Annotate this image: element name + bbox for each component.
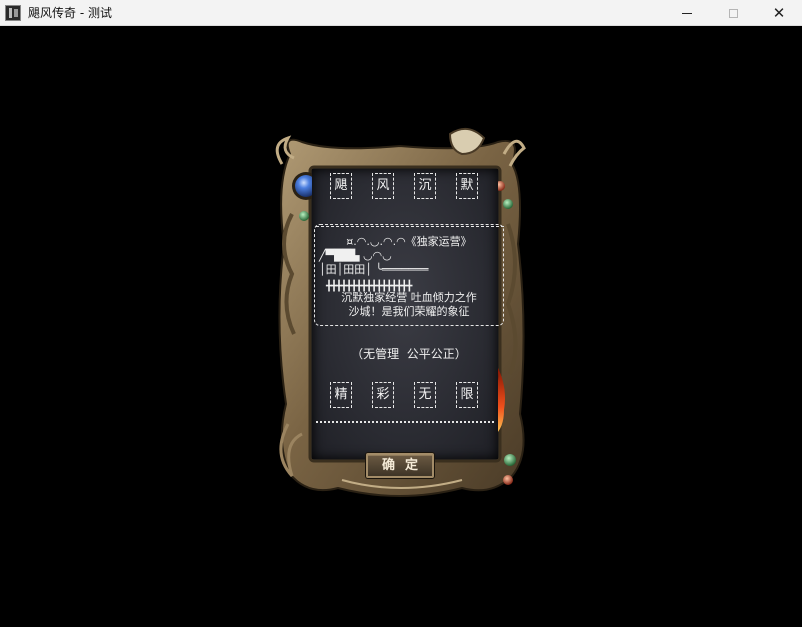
bottom-tile-3: 无 [414,382,436,408]
app-icon [5,5,21,21]
minimize-button[interactable] [664,0,710,26]
dialog-subtitle: （无管理 公平公正） [351,347,467,361]
title-tile-4: 默 [456,173,478,199]
window-title: 飓风传奇 - 测试 [28,6,112,20]
maximize-icon [728,8,738,18]
close-icon: ✕ [772,4,786,22]
dotted-divider [316,421,494,423]
title-tile-2: 风 [372,173,394,199]
title-tile-1: 飓 [330,173,352,199]
banner-line-4: 沉默独家经营 吐血倾力之作 [341,291,477,304]
bottom-tile-1: 精 [330,382,352,408]
bottom-tile-4: 限 [456,382,478,408]
maximize-button[interactable] [710,0,756,26]
minimize-icon [682,12,692,14]
banner-line-5: 沙城！是我们荣耀的象征 [348,305,470,318]
close-button[interactable]: ✕ [756,0,802,26]
title-tile-3: 沉 [414,173,436,199]
bottom-tile-2: 彩 [372,382,394,408]
window-titlebar[interactable]: 飓风传奇 - 测试 ✕ [0,0,802,26]
banner-plus-row: ╋╋╋╋╋╋╋╋╋╋╋╋╋╋╋╋╋ [326,281,412,292]
banner-line-2: ╱▀██▙ ◡◠◡ [319,249,392,262]
banner-line-3: │田│田田│ ╰═══════ [319,263,429,276]
promo-banner: ¤.◠.◡.◠.◠《独家运营》 ╱▀██▙ ◡◠◡ │田│田田│ ╰══════… [314,224,504,326]
banner-line-1: ¤.◠.◡.◠.◠《独家运营》 [346,235,472,248]
confirm-button[interactable]: 确定 [366,453,434,478]
